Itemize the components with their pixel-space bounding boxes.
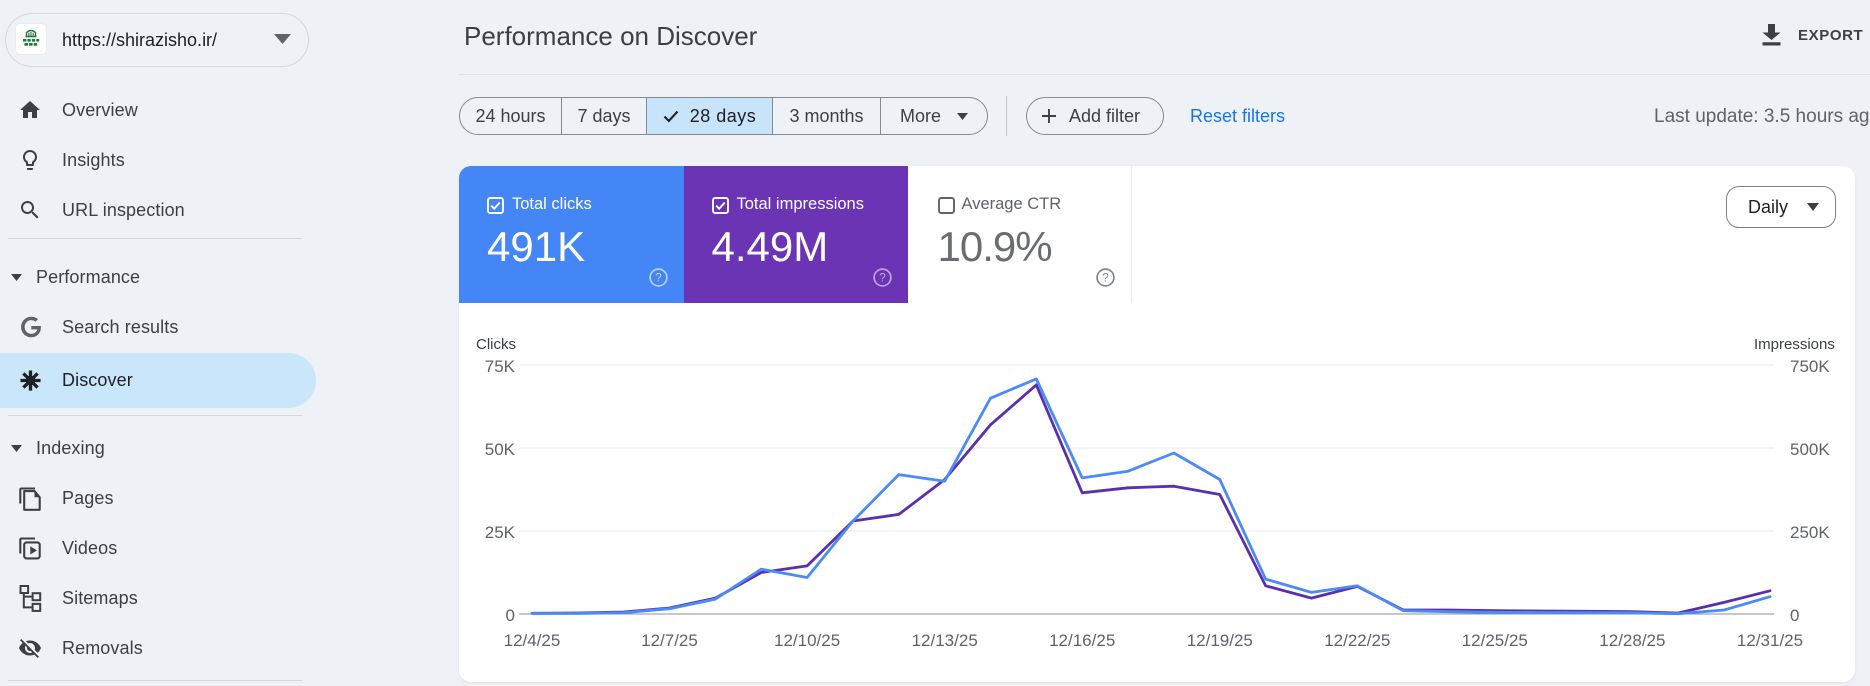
svg-text:?: ?	[655, 271, 662, 285]
svg-text:?: ?	[1102, 271, 1109, 285]
svg-text:?: ?	[879, 271, 886, 285]
